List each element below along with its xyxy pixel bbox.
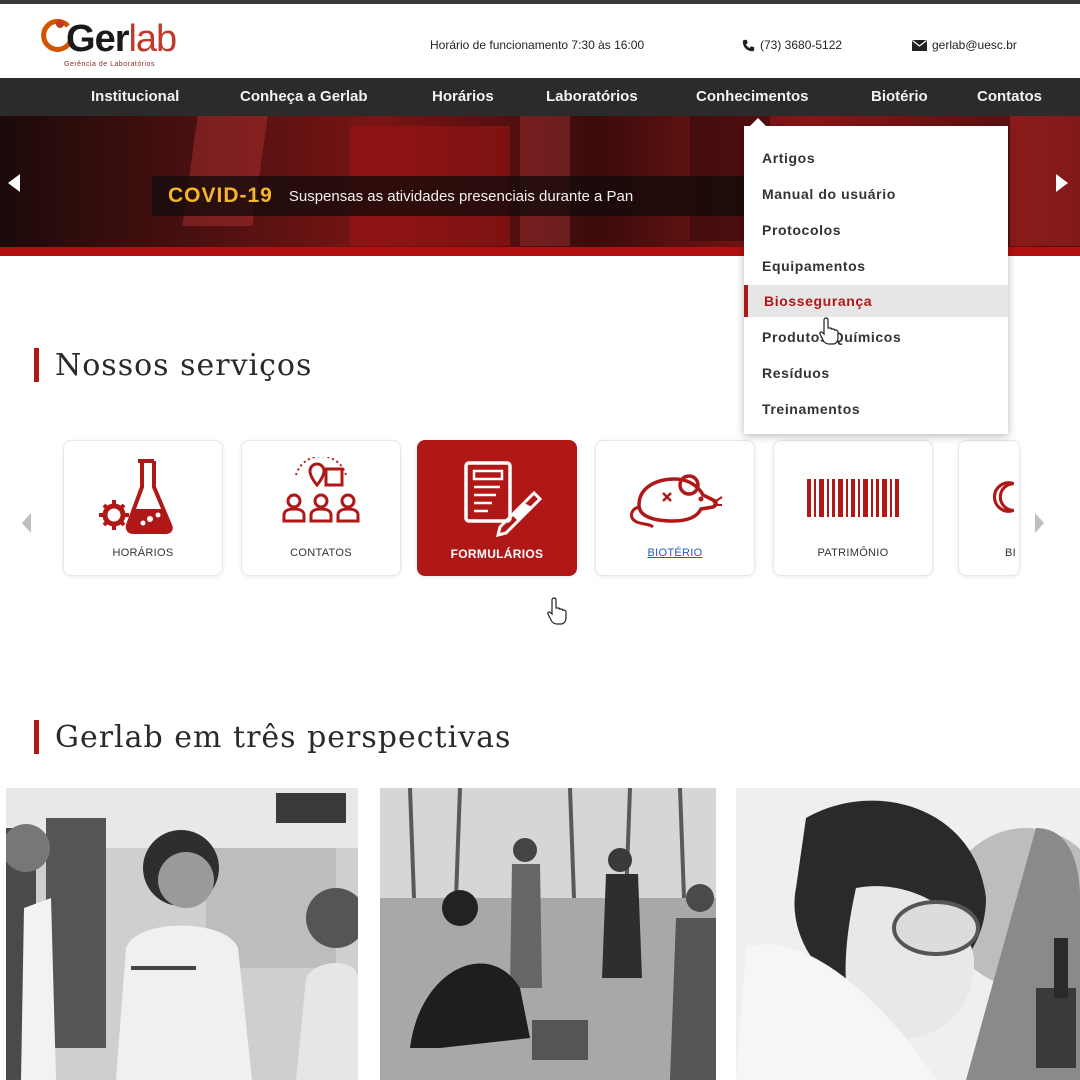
arrow-right-icon: [1056, 174, 1068, 192]
dropdown-item-artigos[interactable]: Artigos: [744, 142, 1008, 174]
nav-conheca-gerlab[interactable]: Conheça a Gerlab: [240, 78, 368, 116]
covid-text: Suspensas as atividades presenciais dura…: [288, 187, 634, 205]
perspectives-title-text: Gerlab em três perspectivas: [55, 719, 512, 755]
services-title-text: Nossos serviços: [55, 347, 313, 383]
service-card-patrimonio[interactable]: PATRIMÔNIO: [773, 440, 933, 576]
dropdown-caret: [750, 118, 766, 126]
title-accent-bar: [34, 348, 39, 382]
site-header: Gerlab Gerência de Laboratórios Horário …: [0, 4, 1080, 78]
title-accent-bar: [34, 720, 39, 754]
service-card-label: BIOTÉRIO: [647, 547, 703, 559]
main-nav: Institucional Conheça a Gerlab Horários …: [0, 78, 1080, 116]
service-card-label: FORMULÁRIOS: [450, 547, 544, 561]
service-card-label: PATRIMÔNIO: [817, 547, 889, 559]
gerlab-logo[interactable]: Gerlab Gerência de Laboratórios: [38, 16, 228, 72]
dropdown-item-biosseguranca[interactable]: Biossegurança: [744, 285, 1008, 317]
email-text: gerlab@uesc.br: [932, 38, 1017, 52]
flask-gear-icon: [99, 459, 173, 534]
services-prev-button[interactable]: [18, 508, 34, 538]
arrow-left-icon: [8, 174, 20, 192]
logo-tagline: Gerência de Laboratórios: [64, 61, 155, 68]
forms-icon: [464, 461, 542, 537]
dropdown-item-manual[interactable]: Manual do usuário: [744, 178, 1008, 210]
logo-text-end: lab: [128, 18, 177, 60]
logo-text-start: G: [66, 18, 96, 60]
service-card-formularios[interactable]: FORMULÁRIOS: [417, 440, 577, 576]
moon-icon: [992, 481, 1015, 513]
perspectives-section-title: Gerlab em três perspectivas: [34, 719, 511, 755]
lab-team-image: [6, 788, 358, 1080]
nav-laboratorios[interactable]: Laboratórios: [546, 78, 638, 116]
phone-icon: [742, 39, 755, 51]
covid-notice[interactable]: COVID-19 Suspensas as atividades presenc…: [152, 176, 772, 216]
field-work-image: [380, 788, 716, 1080]
service-card-label: BI: [1005, 547, 1016, 559]
phone-text: (73) 3680-5122: [760, 38, 843, 52]
opening-hours: Horário de funcionamento 7:30 às 16:00: [430, 38, 644, 52]
nav-horarios[interactable]: Horários: [432, 78, 494, 116]
email-contact[interactable]: gerlab@uesc.br: [912, 38, 1017, 52]
dropdown-item-treinamentos[interactable]: Treinamentos: [744, 393, 1008, 425]
team-location-icon: [282, 457, 360, 523]
phone-contact[interactable]: (73) 3680-5122: [742, 38, 842, 52]
hand-cursor-icon: [547, 597, 567, 625]
microscope-photo[interactable]: [736, 788, 1080, 1080]
services-section-title: Nossos serviços: [34, 347, 312, 383]
service-card-label: CONTATOS: [290, 547, 352, 559]
lab-team-photo[interactable]: [6, 788, 358, 1080]
service-card-horarios[interactable]: HORÁRIOS: [63, 440, 223, 576]
logo-text-mid: er: [94, 18, 130, 60]
services-next-button[interactable]: [1032, 508, 1048, 538]
service-card-bioterio[interactable]: BIOTÉRIO: [595, 440, 755, 576]
dropdown-item-equipamentos[interactable]: Equipamentos: [744, 250, 1008, 282]
barcode-icon: [807, 479, 899, 517]
conhecimentos-dropdown: Artigos Manual do usuário Protocolos Equ…: [744, 118, 1008, 434]
hand-cursor-icon: [819, 317, 839, 345]
microscope-image: [736, 788, 1080, 1080]
dropdown-item-produtos-quimicos[interactable]: Produtos Químicos: [744, 321, 1008, 353]
nav-conhecimentos[interactable]: Conhecimentos: [696, 78, 809, 116]
dropdown-item-residuos[interactable]: Resíduos: [744, 357, 1008, 389]
covid-label: COVID-19: [168, 184, 273, 207]
nav-contatos[interactable]: Contatos: [977, 78, 1042, 116]
email-icon: [912, 39, 927, 51]
service-card-label: HORÁRIOS: [112, 547, 174, 559]
service-card-contatos[interactable]: CONTATOS: [241, 440, 401, 576]
chevron-right-icon: [1035, 513, 1044, 533]
chevron-left-icon: [22, 513, 31, 533]
banner-prev-button[interactable]: [2, 168, 26, 198]
banner-next-button[interactable]: [1050, 168, 1074, 198]
logo-wordmark: Gerlab: [66, 18, 177, 61]
mouse-icon: [630, 474, 723, 529]
nav-institucional[interactable]: Institucional: [91, 78, 179, 116]
service-card-partial[interactable]: BI: [958, 440, 1020, 576]
nav-bioterio[interactable]: Biotério: [871, 78, 928, 116]
dropdown-item-protocolos[interactable]: Protocolos: [744, 214, 1008, 246]
field-work-photo[interactable]: [380, 788, 716, 1080]
opening-hours-text: Horário de funcionamento 7:30 às 16:00: [430, 38, 645, 52]
